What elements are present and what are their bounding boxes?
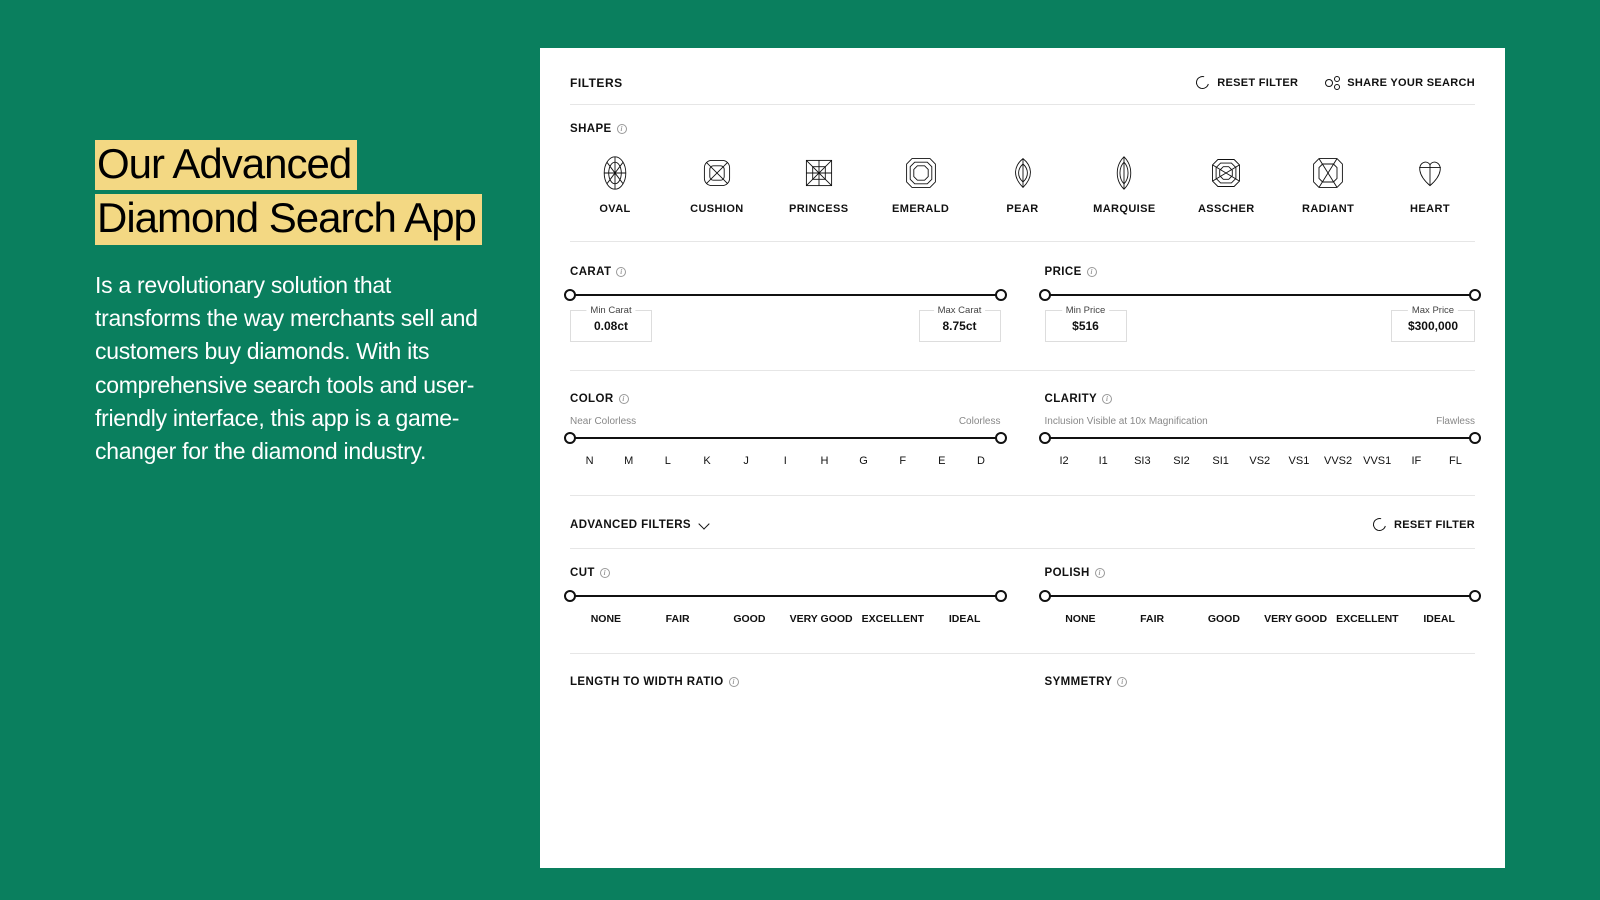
polish-slider[interactable] (1045, 595, 1476, 597)
shape-emerald[interactable]: EMERALD (876, 155, 966, 215)
shape-cushion[interactable]: CUSHION (672, 155, 762, 215)
promo-heading-line2: Diamond Search App (95, 194, 482, 244)
price-slider-max-handle[interactable] (1469, 289, 1481, 301)
info-icon[interactable] (600, 568, 610, 578)
search-panel: FILTERS RESET FILTER SHARE YOUR SEARCH S… (540, 48, 1505, 868)
price-slider[interactable] (1045, 294, 1476, 296)
carat-min-input[interactable]: Min Carat 0.08ct (570, 310, 652, 342)
info-icon[interactable] (616, 267, 626, 277)
color-slider-max-handle[interactable] (995, 432, 1007, 444)
reset-filter-label: RESET FILTER (1217, 77, 1298, 89)
share-icon (1326, 76, 1340, 90)
shape-radiant[interactable]: RADIANT (1283, 155, 1373, 215)
promo-heading-line1: Our Advanced (95, 140, 357, 190)
refresh-icon (1373, 518, 1387, 532)
shape-marquise[interactable]: MARQUISE (1079, 155, 1169, 215)
carat-slider-max-handle[interactable] (995, 289, 1007, 301)
cut-slider-min-handle[interactable] (564, 590, 576, 602)
price-min-input[interactable]: Min Price $516 (1045, 310, 1127, 342)
carat-max-input[interactable]: Max Carat 8.75ct (919, 310, 1001, 342)
color-slider[interactable] (570, 437, 1001, 439)
shape-label: SHAPE (570, 123, 1475, 135)
promo-heading: Our Advanced Diamond Search App (95, 140, 495, 245)
share-search-label: SHARE YOUR SEARCH (1347, 77, 1475, 89)
shape-oval[interactable]: OVAL (570, 155, 660, 215)
color-filter: COLOR Near Colorless Colorless NMLKJIHGF… (570, 393, 1001, 467)
panel-actions: RESET FILTER SHARE YOUR SEARCH (1196, 76, 1475, 90)
info-icon[interactable] (729, 677, 739, 687)
cut-ticks: NONEFAIRGOODVERY GOODEXCELLENTIDEAL (570, 613, 1001, 625)
price-filter: PRICE Min Price $516 Max Price $300,000 (1045, 266, 1476, 342)
polish-slider-max-handle[interactable] (1469, 590, 1481, 602)
info-icon[interactable] (1087, 267, 1097, 277)
carat-filter: CARAT Min Carat 0.08ct Max Carat 8.75ct (570, 266, 1001, 342)
filters-title: FILTERS (570, 76, 623, 90)
panel-header: FILTERS RESET FILTER SHARE YOUR SEARCH (570, 76, 1475, 105)
promo-copy: Our Advanced Diamond Search App Is a rev… (95, 140, 495, 469)
cut-slider[interactable] (570, 595, 1001, 597)
clarity-filter: CLARITY Inclusion Visible at 10x Magnifi… (1045, 393, 1476, 467)
refresh-icon (1196, 76, 1210, 90)
symmetry-label: SYMMETRY (1045, 676, 1476, 688)
promo-body: Is a revolutionary solution that transfo… (95, 269, 495, 469)
advanced-reset-button[interactable]: RESET FILTER (1373, 518, 1475, 532)
clarity-slider-min-handle[interactable] (1039, 432, 1051, 444)
color-ticks: NMLKJIHGFED (570, 455, 1001, 467)
reset-filter-button[interactable]: RESET FILTER (1196, 76, 1298, 90)
shape-asscher[interactable]: ASSCHER (1181, 155, 1271, 215)
clarity-slider[interactable] (1045, 437, 1476, 439)
price-slider-min-handle[interactable] (1039, 289, 1051, 301)
shape-princess[interactable]: PRINCESS (774, 155, 864, 215)
clarity-slider-max-handle[interactable] (1469, 432, 1481, 444)
ratio-label: LENGTH TO WIDTH RATIO (570, 676, 1001, 688)
info-icon[interactable] (1095, 568, 1105, 578)
polish-slider-min-handle[interactable] (1039, 590, 1051, 602)
info-icon[interactable] (1117, 677, 1127, 687)
polish-filter: POLISH NONEFAIRGOODVERY GOODEXCELLENTIDE… (1045, 567, 1476, 625)
shape-pear[interactable]: PEAR (978, 155, 1068, 215)
polish-ticks: NONEFAIRGOODVERY GOODEXCELLENTIDEAL (1045, 613, 1476, 625)
clarity-ticks: I2I1SI3SI2SI1VS2VS1VVS2VVS1IFFL (1045, 455, 1476, 467)
carat-slider[interactable] (570, 294, 1001, 296)
cut-filter: CUT NONEFAIRGOODVERY GOODEXCELLENTIDEAL (570, 567, 1001, 625)
share-search-button[interactable]: SHARE YOUR SEARCH (1326, 76, 1475, 90)
price-max-input[interactable]: Max Price $300,000 (1391, 310, 1475, 342)
carat-slider-min-handle[interactable] (564, 289, 576, 301)
shape-options: OVAL CUSHION PRINCESS EMERALD PEAR MARQU… (570, 155, 1475, 242)
color-slider-min-handle[interactable] (564, 432, 576, 444)
chevron-down-icon (699, 520, 709, 530)
info-icon[interactable] (619, 394, 629, 404)
info-icon[interactable] (1102, 394, 1112, 404)
shape-heart[interactable]: HEART (1385, 155, 1475, 215)
cut-slider-max-handle[interactable] (995, 590, 1007, 602)
advanced-filters-toggle[interactable]: ADVANCED FILTERS (570, 519, 709, 531)
info-icon[interactable] (617, 124, 627, 134)
